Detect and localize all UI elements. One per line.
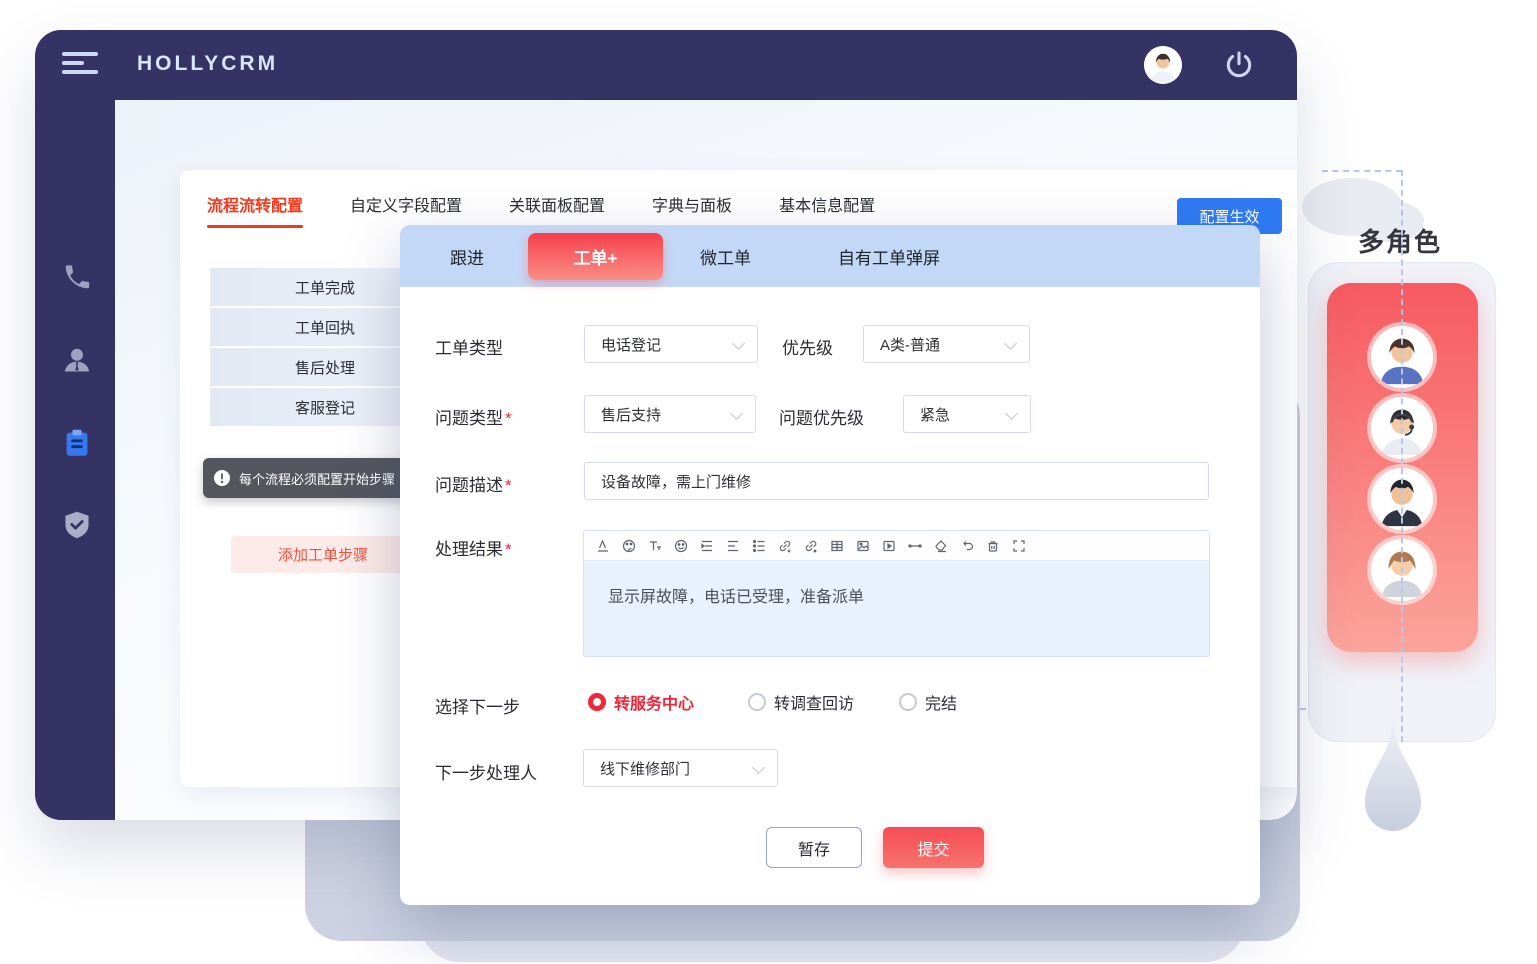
add-step-button[interactable]: 添加工单步骤 xyxy=(231,536,415,573)
result-editor-content[interactable]: 显示屏故障，电话已受理，准备派单 xyxy=(584,561,1209,656)
next-step-label: 选择下一步 xyxy=(435,693,520,718)
ticket-type-select[interactable]: 电话登记 xyxy=(584,325,758,363)
result-label: 处理结果 xyxy=(435,535,512,560)
ticket-type-value: 电话登记 xyxy=(601,334,661,355)
align-left-icon[interactable] xyxy=(724,537,741,554)
nav-rail xyxy=(35,100,115,820)
chevron-down-icon xyxy=(1005,407,1018,420)
power-icon[interactable] xyxy=(1223,49,1255,81)
page-tab[interactable]: 关联面板配置 xyxy=(509,192,605,228)
ticket-modal: 跟进 工单+ 微工单 自有工单弹屏 工单类型 电话登记 优先级 A类-普通 问题… xyxy=(400,225,1260,905)
issue-type-select[interactable]: 售后支持 xyxy=(584,395,756,433)
ticket-type-label: 工单类型 xyxy=(435,334,503,359)
page-tab[interactable]: 字典与面板 xyxy=(652,192,732,228)
editor-toolbar xyxy=(584,531,1209,561)
modal-tab-bar: 跟进 工单+ 微工单 自有工单弹屏 xyxy=(400,225,1260,287)
issue-desc-label: 问题描述 xyxy=(435,471,512,496)
page-tab-label: 流程流转配置 xyxy=(207,198,303,215)
list-icon[interactable] xyxy=(750,537,767,554)
page-tab[interactable]: 流程流转配置 xyxy=(207,192,303,228)
page-tab-label: 基本信息配置 xyxy=(779,198,875,215)
exclamation-icon xyxy=(213,469,231,487)
issue-priority-select[interactable]: 紧急 xyxy=(903,395,1031,433)
radio-dot-icon xyxy=(899,693,917,711)
dashed-line xyxy=(1401,170,1403,742)
radio-dot-icon xyxy=(588,693,606,711)
page-tab-label: 关联面板配置 xyxy=(509,198,605,215)
titlebar: HOLLYCRM xyxy=(35,30,1297,100)
issue-priority-value: 紧急 xyxy=(920,404,950,425)
eraser-icon[interactable] xyxy=(932,537,949,554)
next-handler-label: 下一步处理人 xyxy=(435,759,537,784)
video-icon[interactable] xyxy=(880,537,897,554)
chevron-down-icon xyxy=(1004,337,1017,350)
shield-check-icon[interactable] xyxy=(62,510,92,540)
next-step-radio[interactable]: 完结 xyxy=(899,690,957,714)
workflow-step-label: 工单完成 xyxy=(295,277,355,298)
dashed-line xyxy=(1322,170,1402,172)
phone-icon[interactable] xyxy=(62,262,92,292)
tab-ticket-plus[interactable]: 工单+ xyxy=(528,233,663,280)
remove-link-icon[interactable] xyxy=(802,537,819,554)
tab-own-ticket-popup[interactable]: 自有工单弹屏 xyxy=(838,225,940,287)
page-tabs: 流程流转配置 自定义字段配置 关联面板配置 字典与面板 基本信息配置 xyxy=(207,192,875,228)
user-avatar[interactable] xyxy=(1144,46,1182,84)
emoji-icon[interactable] xyxy=(672,537,689,554)
issue-type-value: 售后支持 xyxy=(601,404,661,425)
radio-label: 转服务中心 xyxy=(614,690,694,714)
app-title: HOLLYCRM xyxy=(137,52,278,76)
fullscreen-icon[interactable] xyxy=(1010,537,1027,554)
radio-label: 转调查回访 xyxy=(774,690,854,714)
next-step-radio[interactable]: 转调查回访 xyxy=(748,690,854,714)
save-draft-button[interactable]: 暂存 xyxy=(766,827,862,868)
teardrop-shape xyxy=(1363,715,1423,860)
page-tab-label: 自定义字段配置 xyxy=(350,198,462,215)
next-handler-value: 线下维修部门 xyxy=(600,758,690,779)
next-handler-select[interactable]: 线下维修部门 xyxy=(583,749,778,787)
priority-value: A类-普通 xyxy=(880,334,940,355)
trash-icon[interactable] xyxy=(984,537,1001,554)
multi-role-illustration: 多角色 xyxy=(1270,120,1537,920)
screen: 多角色 HOLLYCRM xyxy=(0,0,1537,964)
font-size-icon[interactable] xyxy=(646,537,663,554)
issue-desc-input[interactable] xyxy=(584,462,1209,500)
page-tab[interactable]: 基本信息配置 xyxy=(779,192,875,228)
table-icon[interactable] xyxy=(828,537,845,554)
clipboard-icon[interactable] xyxy=(62,428,92,458)
menu-icon[interactable] xyxy=(62,52,100,78)
undo-icon[interactable] xyxy=(958,537,975,554)
palette-icon[interactable] xyxy=(620,537,637,554)
submit-button[interactable]: 提交 xyxy=(883,827,984,868)
multi-role-label: 多角色 xyxy=(1358,222,1442,259)
image-icon[interactable] xyxy=(854,537,871,554)
page-tab-label: 字典与面板 xyxy=(652,198,732,215)
workflow-step-label: 客服登记 xyxy=(295,397,355,418)
text-style-icon[interactable] xyxy=(594,537,611,554)
radio-label: 完结 xyxy=(925,690,957,714)
radio-dot-icon xyxy=(748,693,766,711)
issue-priority-label: 问题优先级 xyxy=(779,404,864,429)
workflow-step-label: 售后处理 xyxy=(295,357,355,378)
priority-label: 优先级 xyxy=(782,334,833,359)
chevron-down-icon xyxy=(752,761,765,774)
rich-text-editor: 显示屏故障，电话已受理，准备派单 xyxy=(583,530,1210,657)
issue-type-label: 问题类型 xyxy=(435,404,512,429)
chevron-down-icon xyxy=(732,337,745,350)
add-link-icon[interactable] xyxy=(776,537,793,554)
chevron-down-icon xyxy=(730,407,743,420)
priority-select[interactable]: A类-普通 xyxy=(863,325,1030,363)
next-step-radio[interactable]: 转服务中心 xyxy=(588,690,694,714)
divider-icon[interactable] xyxy=(906,537,923,554)
tab-followup[interactable]: 跟进 xyxy=(450,225,484,287)
workflow-step-label: 工单回执 xyxy=(295,317,355,338)
user-icon[interactable] xyxy=(62,345,92,375)
indent-icon[interactable] xyxy=(698,537,715,554)
warning-text: 每个流程必须配置开始步骤 xyxy=(239,469,395,488)
tab-micro-ticket[interactable]: 微工单 xyxy=(700,225,751,287)
page-tab[interactable]: 自定义字段配置 xyxy=(350,192,462,228)
